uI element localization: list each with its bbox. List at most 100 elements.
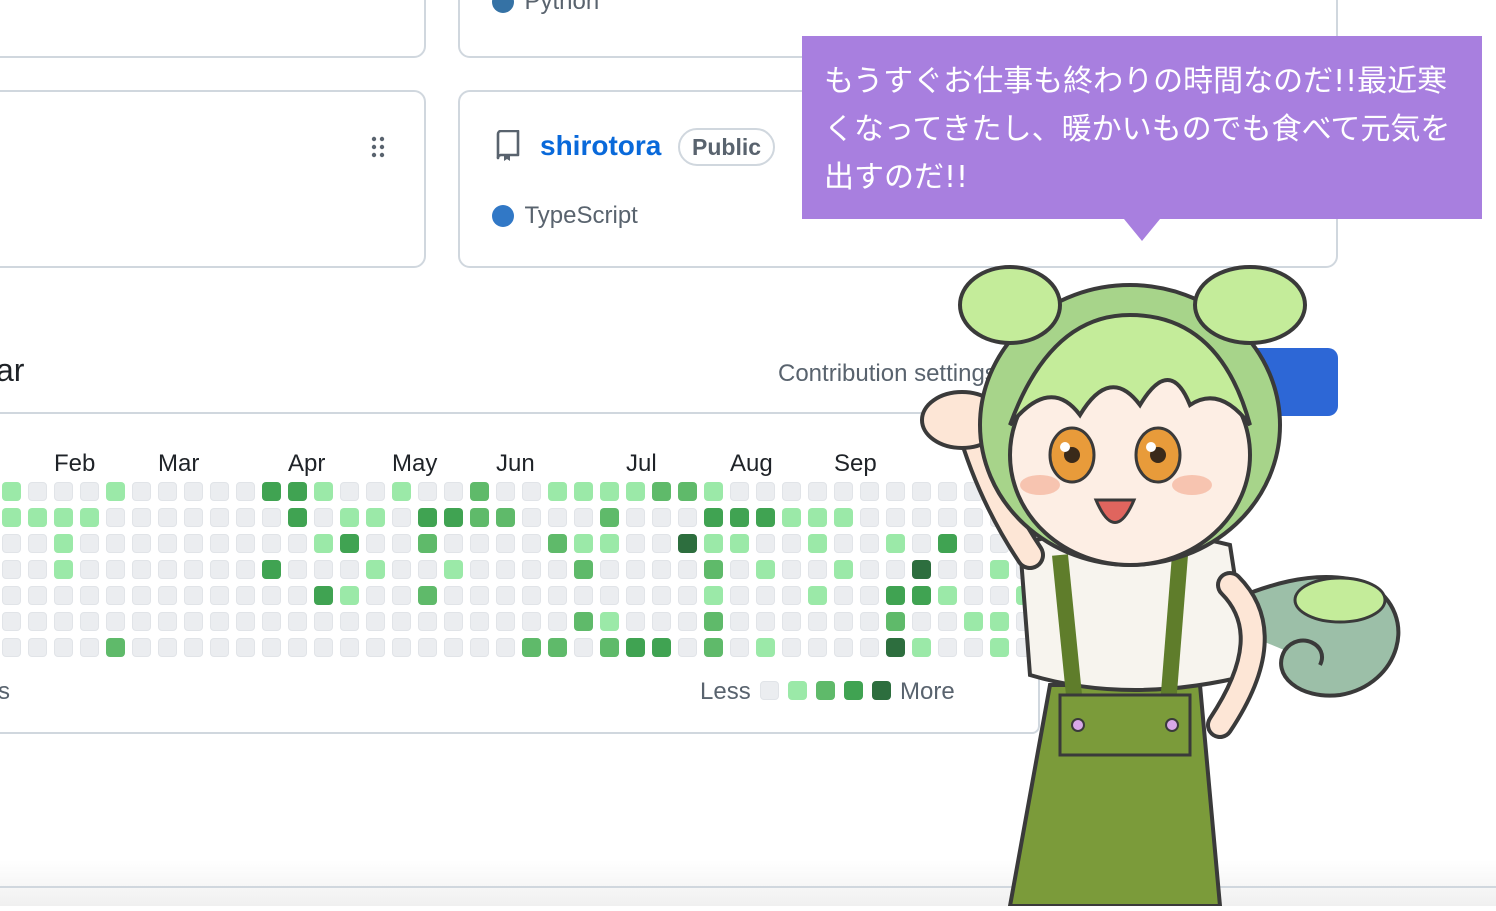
contribution-day[interactable] xyxy=(730,560,749,579)
contribution-day[interactable] xyxy=(184,586,203,605)
contribution-day[interactable] xyxy=(704,560,723,579)
contribution-day[interactable] xyxy=(444,534,463,553)
contribution-day[interactable] xyxy=(678,508,697,527)
contribution-day[interactable] xyxy=(158,638,177,657)
contribution-day[interactable] xyxy=(366,482,385,501)
contribution-day[interactable] xyxy=(366,638,385,657)
contribution-day[interactable] xyxy=(444,612,463,631)
contribution-day[interactable] xyxy=(470,534,489,553)
contribution-day[interactable] xyxy=(522,612,541,631)
contribution-day[interactable] xyxy=(574,560,593,579)
contribution-day[interactable] xyxy=(340,638,359,657)
contribution-day[interactable] xyxy=(522,560,541,579)
contribution-day[interactable] xyxy=(834,482,853,501)
contribution-day[interactable] xyxy=(54,508,73,527)
contribution-day[interactable] xyxy=(548,586,567,605)
contribution-day[interactable] xyxy=(2,482,21,501)
contribution-day[interactable] xyxy=(704,638,723,657)
contribution-day[interactable] xyxy=(392,612,411,631)
contribution-day[interactable] xyxy=(132,638,151,657)
contribution-day[interactable] xyxy=(704,508,723,527)
contribution-day[interactable] xyxy=(262,638,281,657)
contribution-day[interactable] xyxy=(860,560,879,579)
contribution-day[interactable] xyxy=(340,612,359,631)
contribution-day[interactable] xyxy=(756,482,775,501)
contribution-day[interactable] xyxy=(782,612,801,631)
contribution-day[interactable] xyxy=(80,534,99,553)
contribution-day[interactable] xyxy=(444,586,463,605)
contribution-day[interactable] xyxy=(288,508,307,527)
contribution-day[interactable] xyxy=(782,482,801,501)
contribution-day[interactable] xyxy=(106,638,125,657)
contribution-day[interactable] xyxy=(444,560,463,579)
contribution-day[interactable] xyxy=(652,534,671,553)
contribution-day[interactable] xyxy=(496,508,515,527)
contribution-day[interactable] xyxy=(2,534,21,553)
contribution-day[interactable] xyxy=(184,508,203,527)
contribution-day[interactable] xyxy=(626,534,645,553)
contribution-day[interactable] xyxy=(652,638,671,657)
contribution-day[interactable] xyxy=(262,586,281,605)
contribution-day[interactable] xyxy=(756,586,775,605)
contribution-day[interactable] xyxy=(470,560,489,579)
contribution-day[interactable] xyxy=(600,508,619,527)
contribution-day[interactable] xyxy=(834,508,853,527)
contribution-day[interactable] xyxy=(80,612,99,631)
contribution-day[interactable] xyxy=(860,612,879,631)
contribution-day[interactable] xyxy=(28,534,47,553)
contribution-day[interactable] xyxy=(496,638,515,657)
contribution-day[interactable] xyxy=(314,560,333,579)
contribution-day[interactable] xyxy=(470,586,489,605)
contribution-day[interactable] xyxy=(236,560,255,579)
contribution-day[interactable] xyxy=(574,482,593,501)
contribution-day[interactable] xyxy=(808,534,827,553)
contribution-day[interactable] xyxy=(28,612,47,631)
contribution-day[interactable] xyxy=(756,612,775,631)
contribution-day[interactable] xyxy=(600,482,619,501)
contribution-day[interactable] xyxy=(236,586,255,605)
contribution-day[interactable] xyxy=(444,482,463,501)
contribution-day[interactable] xyxy=(730,586,749,605)
contribution-day[interactable] xyxy=(340,534,359,553)
contribution-day[interactable] xyxy=(834,638,853,657)
contribution-day[interactable] xyxy=(184,482,203,501)
contribution-day[interactable] xyxy=(574,612,593,631)
contribution-day[interactable] xyxy=(652,612,671,631)
contribution-day[interactable] xyxy=(366,586,385,605)
contribution-day[interactable] xyxy=(496,612,515,631)
contribution-day[interactable] xyxy=(210,560,229,579)
contribution-day[interactable] xyxy=(210,534,229,553)
contribution-day[interactable] xyxy=(574,534,593,553)
contribution-day[interactable] xyxy=(834,560,853,579)
contribution-day[interactable] xyxy=(2,508,21,527)
contribution-day[interactable] xyxy=(496,482,515,501)
contribution-day[interactable] xyxy=(600,638,619,657)
contribution-day[interactable] xyxy=(860,586,879,605)
contribution-day[interactable] xyxy=(236,534,255,553)
contribution-day[interactable] xyxy=(288,638,307,657)
contribution-day[interactable] xyxy=(106,482,125,501)
contribution-day[interactable] xyxy=(808,612,827,631)
contribution-day[interactable] xyxy=(652,482,671,501)
contribution-day[interactable] xyxy=(236,508,255,527)
contribution-day[interactable] xyxy=(28,586,47,605)
contribution-day[interactable] xyxy=(782,534,801,553)
contribution-day[interactable] xyxy=(834,586,853,605)
contribution-day[interactable] xyxy=(210,482,229,501)
contribution-day[interactable] xyxy=(860,508,879,527)
contribution-day[interactable] xyxy=(236,482,255,501)
contribution-day[interactable] xyxy=(548,534,567,553)
contribution-day[interactable] xyxy=(834,612,853,631)
contribution-day[interactable] xyxy=(392,508,411,527)
contribution-day[interactable] xyxy=(678,586,697,605)
contribution-day[interactable] xyxy=(756,638,775,657)
contribution-day[interactable] xyxy=(496,586,515,605)
contribution-day[interactable] xyxy=(418,482,437,501)
contribution-day[interactable] xyxy=(314,482,333,501)
contribution-day[interactable] xyxy=(2,612,21,631)
contribution-day[interactable] xyxy=(106,508,125,527)
contribution-day[interactable] xyxy=(444,508,463,527)
contribution-day[interactable] xyxy=(210,638,229,657)
contribution-day[interactable] xyxy=(496,534,515,553)
contribution-day[interactable] xyxy=(548,560,567,579)
